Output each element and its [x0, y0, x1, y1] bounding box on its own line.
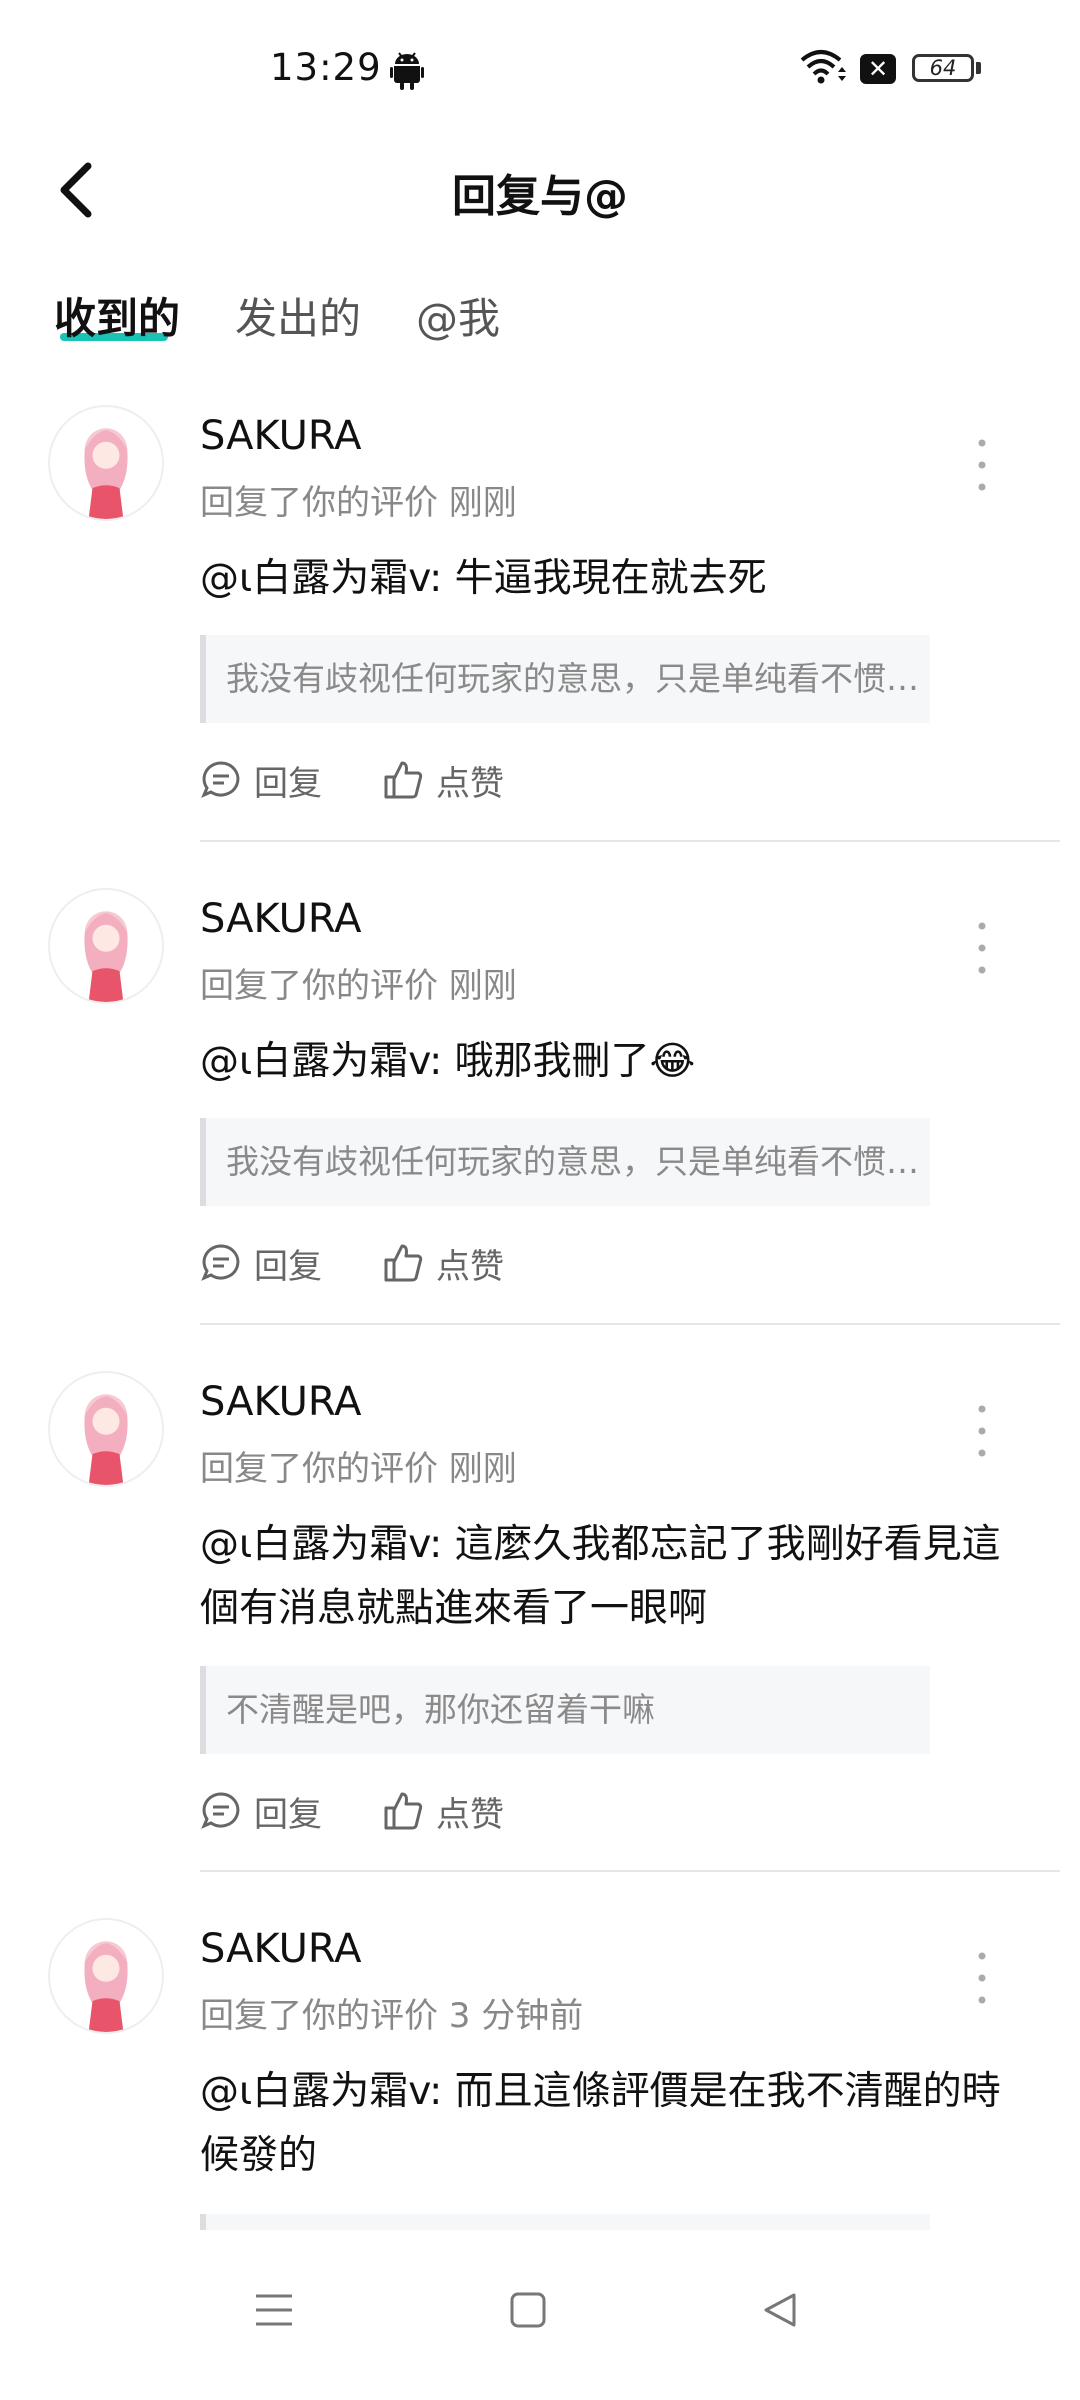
reply-meta: 回复了你的评价 3 分钟前 — [200, 1996, 584, 2036]
like-button[interactable]: 点赞 — [382, 1781, 504, 1841]
reply-button[interactable]: 回复 — [200, 1781, 322, 1841]
reply-item[interactable]: SAKURA 回复了你的评价 刚刚 @ι白露为霜v: 牛逼我現在就去死 我没有歧… — [0, 405, 1080, 845]
divider — [200, 840, 1060, 842]
tab-mentions[interactable]: @我 — [416, 285, 500, 346]
thumbs-up-icon — [384, 1792, 423, 1830]
battery-tip — [976, 62, 981, 74]
tab-sent[interactable]: 发出的 — [235, 285, 361, 346]
reply-button[interactable]: 回复 — [200, 1233, 322, 1293]
reply-meta: 回复了你的评价 刚刚 — [200, 1449, 517, 1489]
reply-item[interactable]: SAKURA 回复了你的评价 3 分钟前 @ι白露为霜v: 而且這條評價是在我不… — [0, 1918, 1080, 2230]
reply-meta: 回复了你的评价 刚刚 — [200, 966, 517, 1006]
page-title: 回复与@ — [452, 171, 628, 222]
reply-button[interactable]: 回复 — [200, 750, 322, 810]
avatar[interactable] — [48, 888, 164, 1004]
status-time: 13:29 — [270, 46, 382, 89]
battery-icon: 64 — [912, 54, 974, 82]
username[interactable]: SAKURA — [200, 1379, 361, 1425]
android-icon — [390, 52, 424, 90]
reply-label: 回复 — [254, 1794, 322, 1835]
like-button[interactable]: 点赞 — [382, 750, 504, 810]
username[interactable]: SAKURA — [200, 413, 361, 459]
back-triangle-icon[interactable] — [740, 2270, 820, 2350]
status-bar: 13:29 ✕ 64 — [0, 0, 1080, 140]
reply-label: 回复 — [254, 763, 322, 804]
reply-item[interactable]: SAKURA 回复了你的评价 刚刚 @ι白露为霜v: 這麼久我都忘記了我剛好看見… — [0, 1371, 1080, 1871]
comment-icon — [201, 1792, 240, 1829]
like-label: 点赞 — [436, 1794, 504, 1835]
quoted-review[interactable]: 我没有歧视任何玩家的意思，只是单纯看不惯… — [200, 1118, 930, 1206]
username[interactable]: SAKURA — [200, 1926, 361, 1972]
more-vertical-icon[interactable] — [975, 1401, 989, 1461]
avatar[interactable] — [48, 1371, 164, 1487]
quoted-review[interactable]: 不清醒是吧，那你还留着干嘛 — [200, 1666, 930, 1754]
quoted-review[interactable]: 我没有歧视任何玩家的意思，只是单纯看不惯… — [200, 635, 930, 723]
home-square-icon[interactable] — [488, 2270, 568, 2350]
like-button[interactable]: 点赞 — [382, 1233, 504, 1293]
close-box-icon: ✕ — [860, 54, 896, 84]
more-vertical-icon[interactable] — [975, 918, 989, 978]
reply-label: 回复 — [254, 1246, 322, 1287]
menu-icon[interactable] — [234, 2270, 314, 2350]
like-label: 点赞 — [436, 1246, 504, 1287]
comment-icon — [201, 761, 240, 798]
comment-icon — [201, 1244, 240, 1281]
thumbs-up-icon — [384, 761, 423, 799]
reply-content: @ι白露为霜v: 這麼久我都忘記了我剛好看見這個有消息就點進來看了一眼啊 — [200, 1522, 1001, 1631]
tab-bar: 收到的 发出的 @我 — [0, 275, 1080, 355]
more-vertical-icon[interactable] — [975, 435, 989, 495]
system-nav-bar — [0, 2230, 1080, 2400]
reply-content: @ι白露为霜v: 而且這條評價是在我不清醒的時候發的 — [200, 2069, 1001, 2178]
like-label: 点赞 — [436, 763, 504, 804]
divider — [200, 1870, 1060, 1872]
avatar[interactable] — [48, 405, 164, 521]
more-vertical-icon[interactable] — [975, 1948, 989, 2008]
header: 回复与@ — [0, 140, 1080, 240]
username[interactable]: SAKURA — [200, 896, 361, 942]
reply-content: @ι白露为霜v: 哦那我刪了😂 — [200, 1039, 696, 1084]
reply-meta: 回复了你的评价 刚刚 — [200, 483, 517, 523]
wifi-icon — [800, 50, 846, 84]
action-row: 回复 点赞 — [200, 1233, 620, 1293]
action-row: 回复 点赞 — [200, 750, 620, 810]
quoted-review[interactable] — [200, 2214, 930, 2230]
tab-received[interactable]: 收到的 — [54, 285, 180, 346]
action-row: 回复 点赞 — [200, 1781, 620, 1841]
divider — [200, 1323, 1060, 1325]
reply-content: @ι白露为霜v: 牛逼我現在就去死 — [200, 556, 767, 601]
thumbs-up-icon — [384, 1244, 423, 1282]
reply-item[interactable]: SAKURA 回复了你的评价 刚刚 @ι白露为霜v: 哦那我刪了😂 我没有歧视任… — [0, 888, 1080, 1328]
avatar[interactable] — [48, 1918, 164, 2034]
